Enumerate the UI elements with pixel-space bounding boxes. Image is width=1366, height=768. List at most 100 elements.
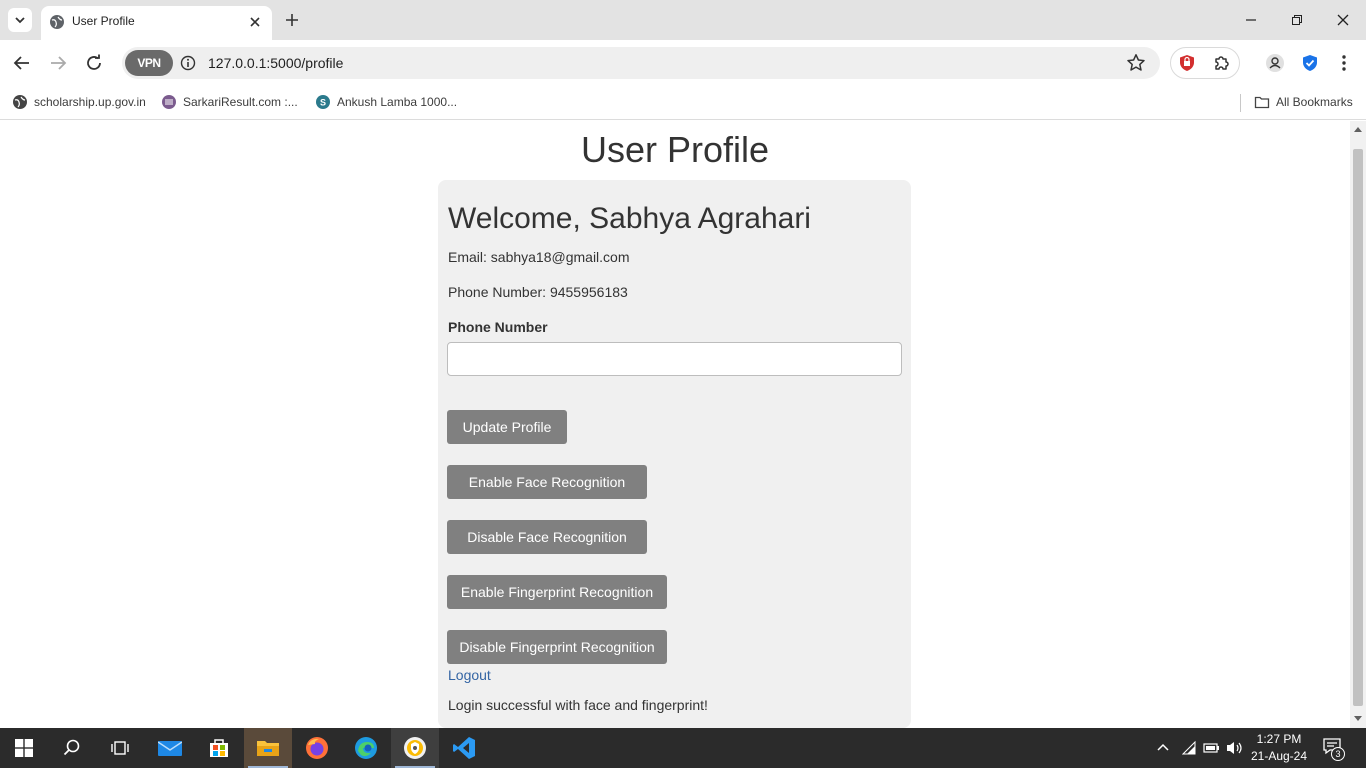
restore-button[interactable] — [1287, 10, 1307, 30]
tab-search-button[interactable] — [8, 8, 32, 32]
globe-icon — [13, 95, 27, 109]
minimize-button[interactable] — [1241, 10, 1261, 30]
task-view-button[interactable] — [96, 728, 144, 768]
folder-icon — [1254, 96, 1270, 109]
security-extension-button[interactable] — [1299, 52, 1321, 74]
phone-input[interactable] — [447, 342, 902, 376]
browser-shield-icon — [404, 737, 426, 759]
bookmark-item[interactable]: SarkariResult.com :... — [161, 92, 298, 112]
battery-icon[interactable] — [1203, 741, 1220, 755]
vpn-button[interactable]: VPN — [125, 50, 173, 76]
more-vertical-icon — [1342, 55, 1346, 71]
enable-fingerprint-recognition-button[interactable]: Enable Fingerprint Recognition — [447, 575, 667, 609]
profile-button[interactable] — [1264, 52, 1286, 74]
bookmarks-bar: scholarship.up.gov.in SarkariResult.com … — [0, 86, 1366, 120]
site-icon: S — [316, 95, 330, 109]
sarkari-icon — [162, 95, 176, 109]
page-scrollbar[interactable] — [1350, 121, 1366, 728]
address-bar[interactable]: VPN 127.0.0.1:5000/profile — [122, 47, 1160, 79]
brave-browser-button[interactable] — [391, 728, 439, 768]
shield-extension-button[interactable] — [1176, 52, 1198, 74]
logout-link[interactable]: Logout — [448, 667, 491, 683]
tab-user-profile[interactable]: User Profile — [41, 6, 272, 40]
task-view-icon — [111, 741, 129, 755]
all-bookmarks-button[interactable]: All Bookmarks — [1254, 92, 1353, 112]
bookmark-item[interactable]: S Ankush Lamba 1000... — [315, 92, 457, 112]
close-window-button[interactable] — [1333, 10, 1353, 30]
bookmarks-divider — [1240, 94, 1241, 112]
taskbar: 1:27 PM 21-Aug-24 3 — [0, 728, 1366, 768]
tab-close-button[interactable] — [246, 13, 264, 31]
back-button[interactable] — [10, 51, 34, 75]
bookmark-label: Ankush Lamba 1000... — [337, 95, 458, 109]
folder-icon — [257, 741, 279, 756]
store-icon — [210, 739, 228, 757]
close-icon — [250, 17, 260, 27]
bookmark-label: scholarship.up.gov.in — [34, 95, 146, 109]
firefox-icon — [306, 737, 328, 759]
search-icon — [63, 739, 80, 756]
shield-icon — [1180, 55, 1194, 71]
url-text[interactable]: 127.0.0.1:5000/profile — [208, 55, 343, 71]
reload-button[interactable] — [82, 51, 106, 75]
reload-icon — [87, 54, 101, 70]
page-viewport: User Profile Welcome, Sabhya Agrahari Em… — [0, 121, 1350, 728]
extensions-group — [1170, 47, 1240, 79]
windows-icon — [15, 739, 33, 757]
bookmark-star-icon[interactable] — [1126, 53, 1146, 73]
enable-face-recognition-button[interactable]: Enable Face Recognition — [447, 465, 647, 499]
profile-icon — [1266, 54, 1284, 72]
email-text: Email: sabhya18@gmail.com — [448, 249, 630, 265]
clock[interactable]: 1:27 PM 21-Aug-24 — [1243, 731, 1315, 765]
edge-button[interactable] — [342, 728, 390, 768]
globe-icon — [50, 15, 64, 29]
scroll-up-icon[interactable] — [1354, 126, 1362, 132]
svg-text:S: S — [320, 98, 326, 108]
volume-icon[interactable] — [1226, 740, 1244, 756]
vscode-button[interactable] — [440, 728, 488, 768]
arrow-right-icon — [51, 56, 67, 70]
store-app-button[interactable] — [195, 728, 243, 768]
extensions-button[interactable] — [1211, 52, 1233, 74]
menu-button[interactable] — [1333, 52, 1355, 74]
phone-text: Phone Number: 9455956183 — [448, 284, 628, 300]
firefox-button[interactable] — [293, 728, 341, 768]
taskbar-search-button[interactable] — [48, 728, 96, 768]
site-info-icon[interactable] — [180, 55, 196, 71]
minimize-icon — [1246, 19, 1256, 21]
file-explorer-button[interactable] — [244, 728, 292, 768]
notification-badge: 3 — [1331, 747, 1345, 761]
browser-toolbar: VPN 127.0.0.1:5000/profile — [0, 40, 1366, 86]
bookmark-item[interactable]: scholarship.up.gov.in — [12, 92, 146, 112]
tab-title: User Profile — [72, 14, 135, 28]
update-profile-button[interactable]: Update Profile — [447, 410, 567, 444]
profile-card: Welcome, Sabhya Agrahari Email: sabhya18… — [438, 180, 911, 728]
bookmark-label: SarkariResult.com :... — [183, 95, 298, 109]
disable-face-recognition-button[interactable]: Disable Face Recognition — [447, 520, 647, 554]
scroll-down-icon[interactable] — [1354, 716, 1362, 722]
welcome-heading: Welcome, Sabhya Agrahari — [448, 202, 811, 235]
puzzle-icon — [1215, 56, 1229, 70]
disable-fingerprint-recognition-button[interactable]: Disable Fingerprint Recognition — [447, 630, 667, 664]
restore-icon — [1292, 15, 1302, 25]
plus-icon — [286, 14, 298, 26]
shield-check-icon — [1303, 55, 1317, 71]
status-message: Login successful with face and fingerpri… — [448, 697, 708, 713]
scroll-thumb[interactable] — [1353, 149, 1363, 706]
clock-time: 1:27 PM — [1256, 732, 1302, 746]
edge-icon — [355, 737, 377, 759]
mail-app-button[interactable] — [146, 728, 194, 768]
notifications-button[interactable]: 3 — [1322, 737, 1346, 761]
vscode-icon — [453, 737, 475, 759]
phone-field-label: Phone Number — [448, 319, 548, 335]
start-button[interactable] — [0, 728, 48, 768]
new-tab-button[interactable] — [282, 10, 302, 30]
mail-icon — [158, 741, 182, 756]
chevron-up-icon[interactable] — [1157, 742, 1169, 752]
tab-strip: User Profile — [0, 0, 1366, 40]
clock-date: 21-Aug-24 — [1250, 749, 1308, 763]
chevron-down-icon — [15, 17, 25, 24]
network-icon[interactable] — [1182, 740, 1196, 756]
forward-button[interactable] — [46, 51, 70, 75]
close-icon — [1337, 14, 1349, 26]
